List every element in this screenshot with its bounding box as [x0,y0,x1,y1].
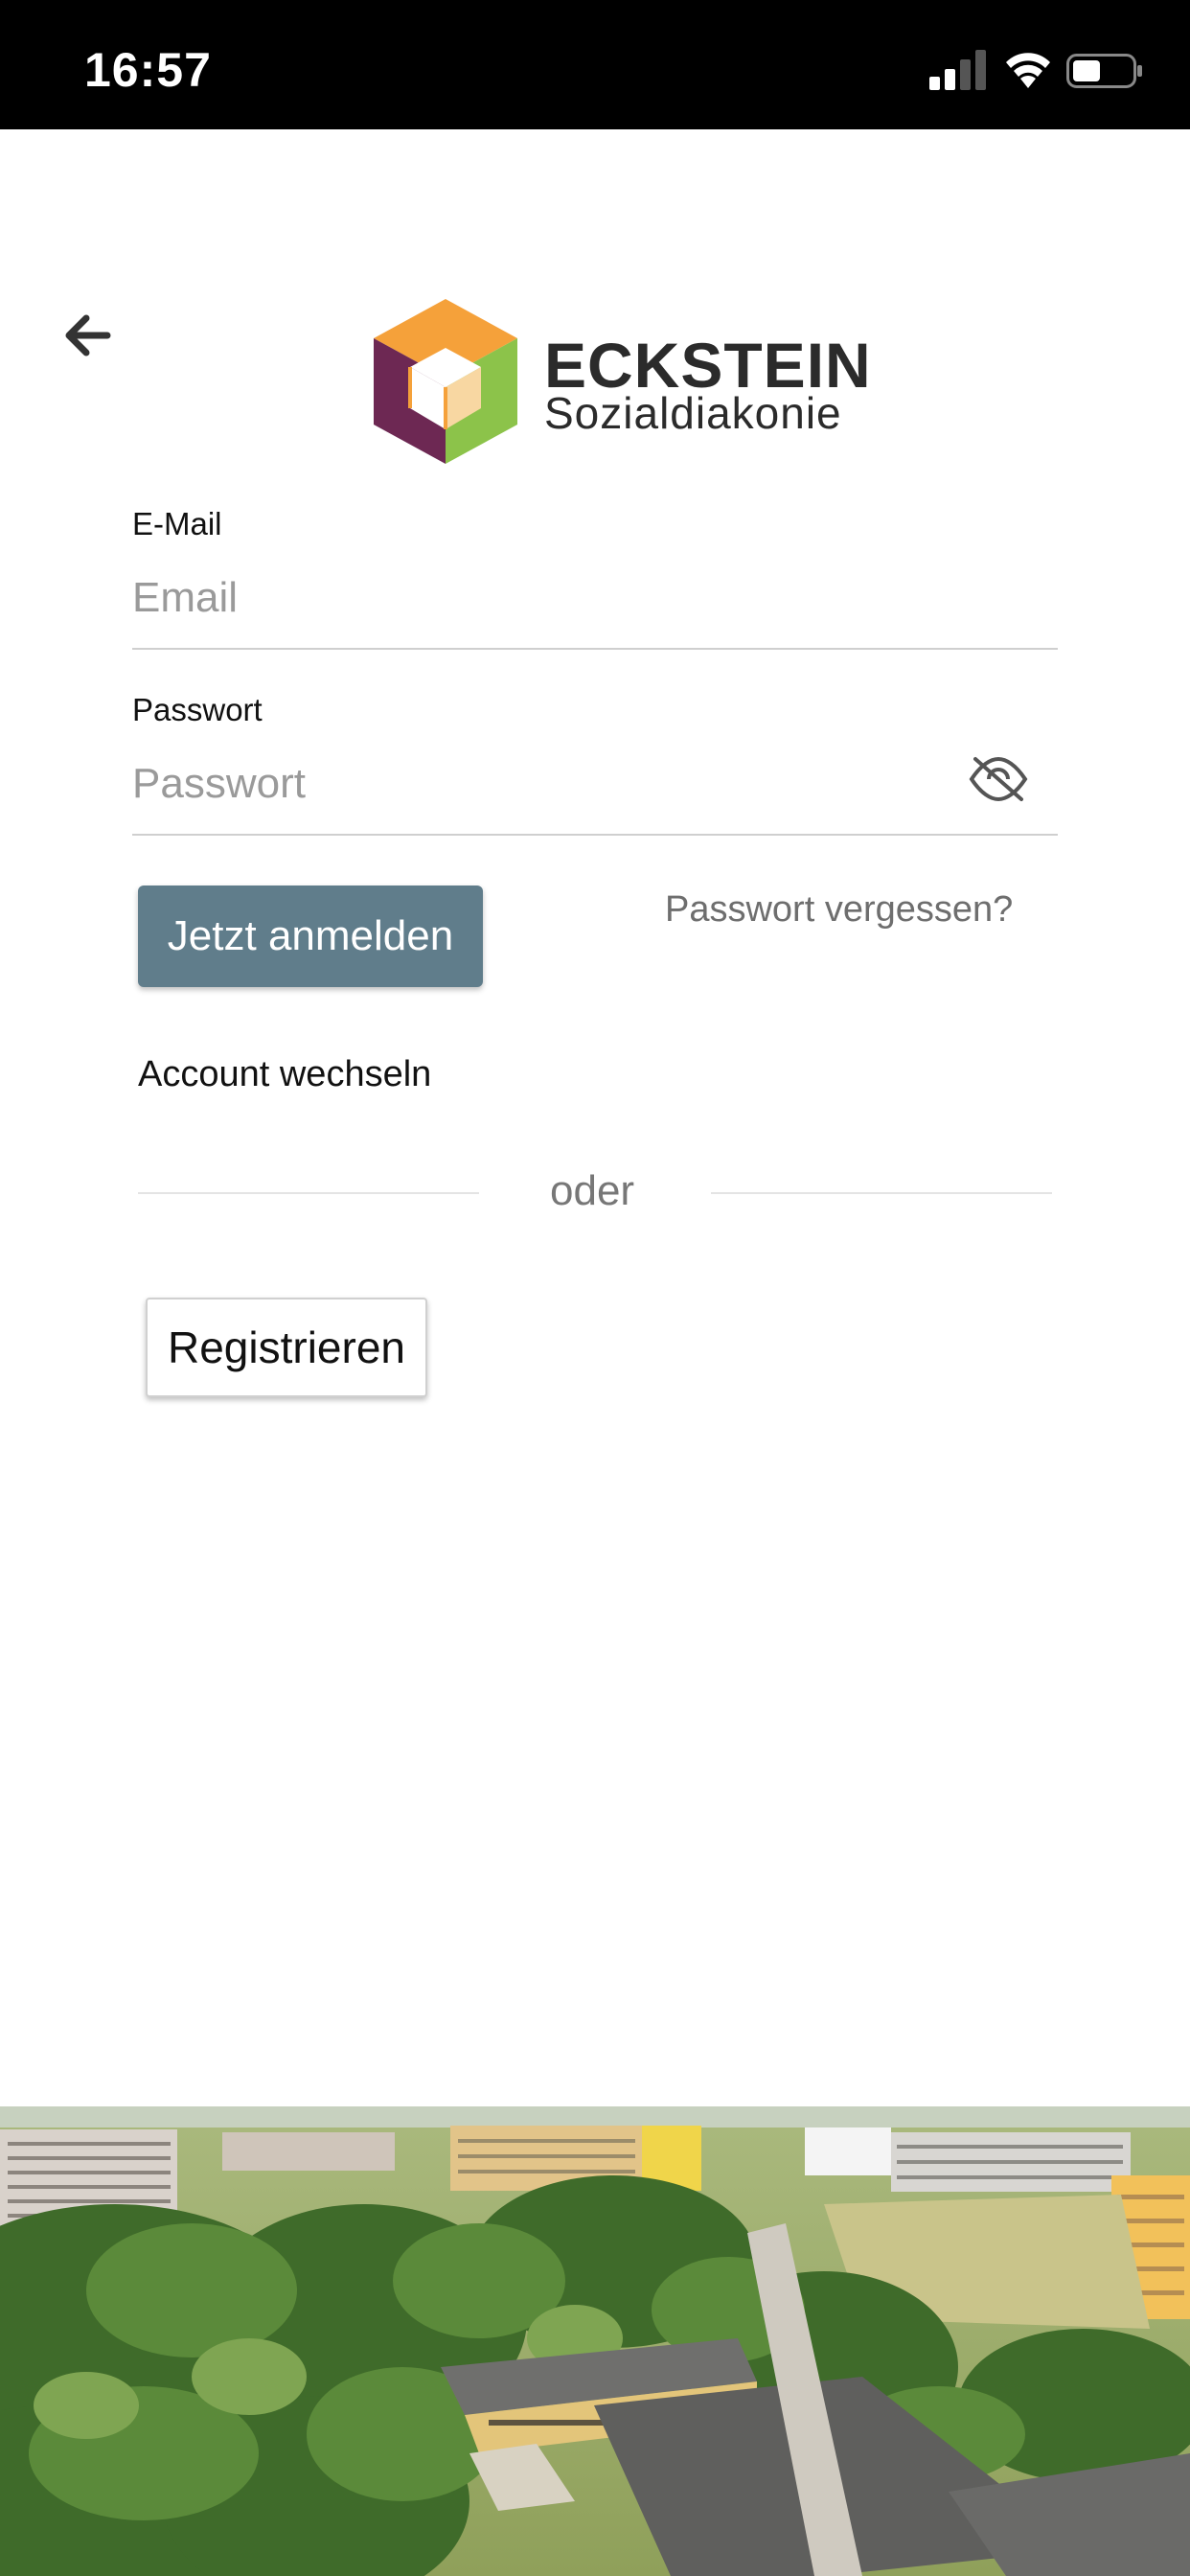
forgot-password-link[interactable]: Passwort vergessen? [665,889,1013,931]
switch-account-link[interactable]: Account wechseln [138,1054,431,1095]
email-label: E-Mail [132,506,222,541]
back-arrow-icon[interactable] [57,305,119,366]
password-label: Passwort [132,692,263,727]
battery-icon [1066,54,1142,88]
neighborhood-aerial-image [0,2089,1190,2576]
register-button[interactable]: Registrieren [146,1298,427,1397]
divider-text: oder [550,1167,635,1214]
cellular-signal-icon [929,50,986,90]
login-screen: 16:57 ECKSTEIN Sozialdiakonie E-Mail Ema… [0,0,1190,2576]
status-bar: 16:57 [0,0,1190,129]
eye-off-icon[interactable] [968,753,1029,805]
eckstein-logo: ECKSTEIN Sozialdiakonie [364,295,871,472]
email-input[interactable] [132,564,1058,650]
cube-logo-icon [374,299,517,464]
divider-line-left [138,1192,479,1194]
password-input[interactable] [132,749,1058,836]
status-time: 16:57 [84,43,212,97]
logo-subtitle: Sozialdiakonie [544,388,842,438]
divider-line-right [711,1192,1052,1194]
login-button[interactable]: Jetzt anmelden [138,886,483,987]
wifi-icon [1006,53,1050,88]
